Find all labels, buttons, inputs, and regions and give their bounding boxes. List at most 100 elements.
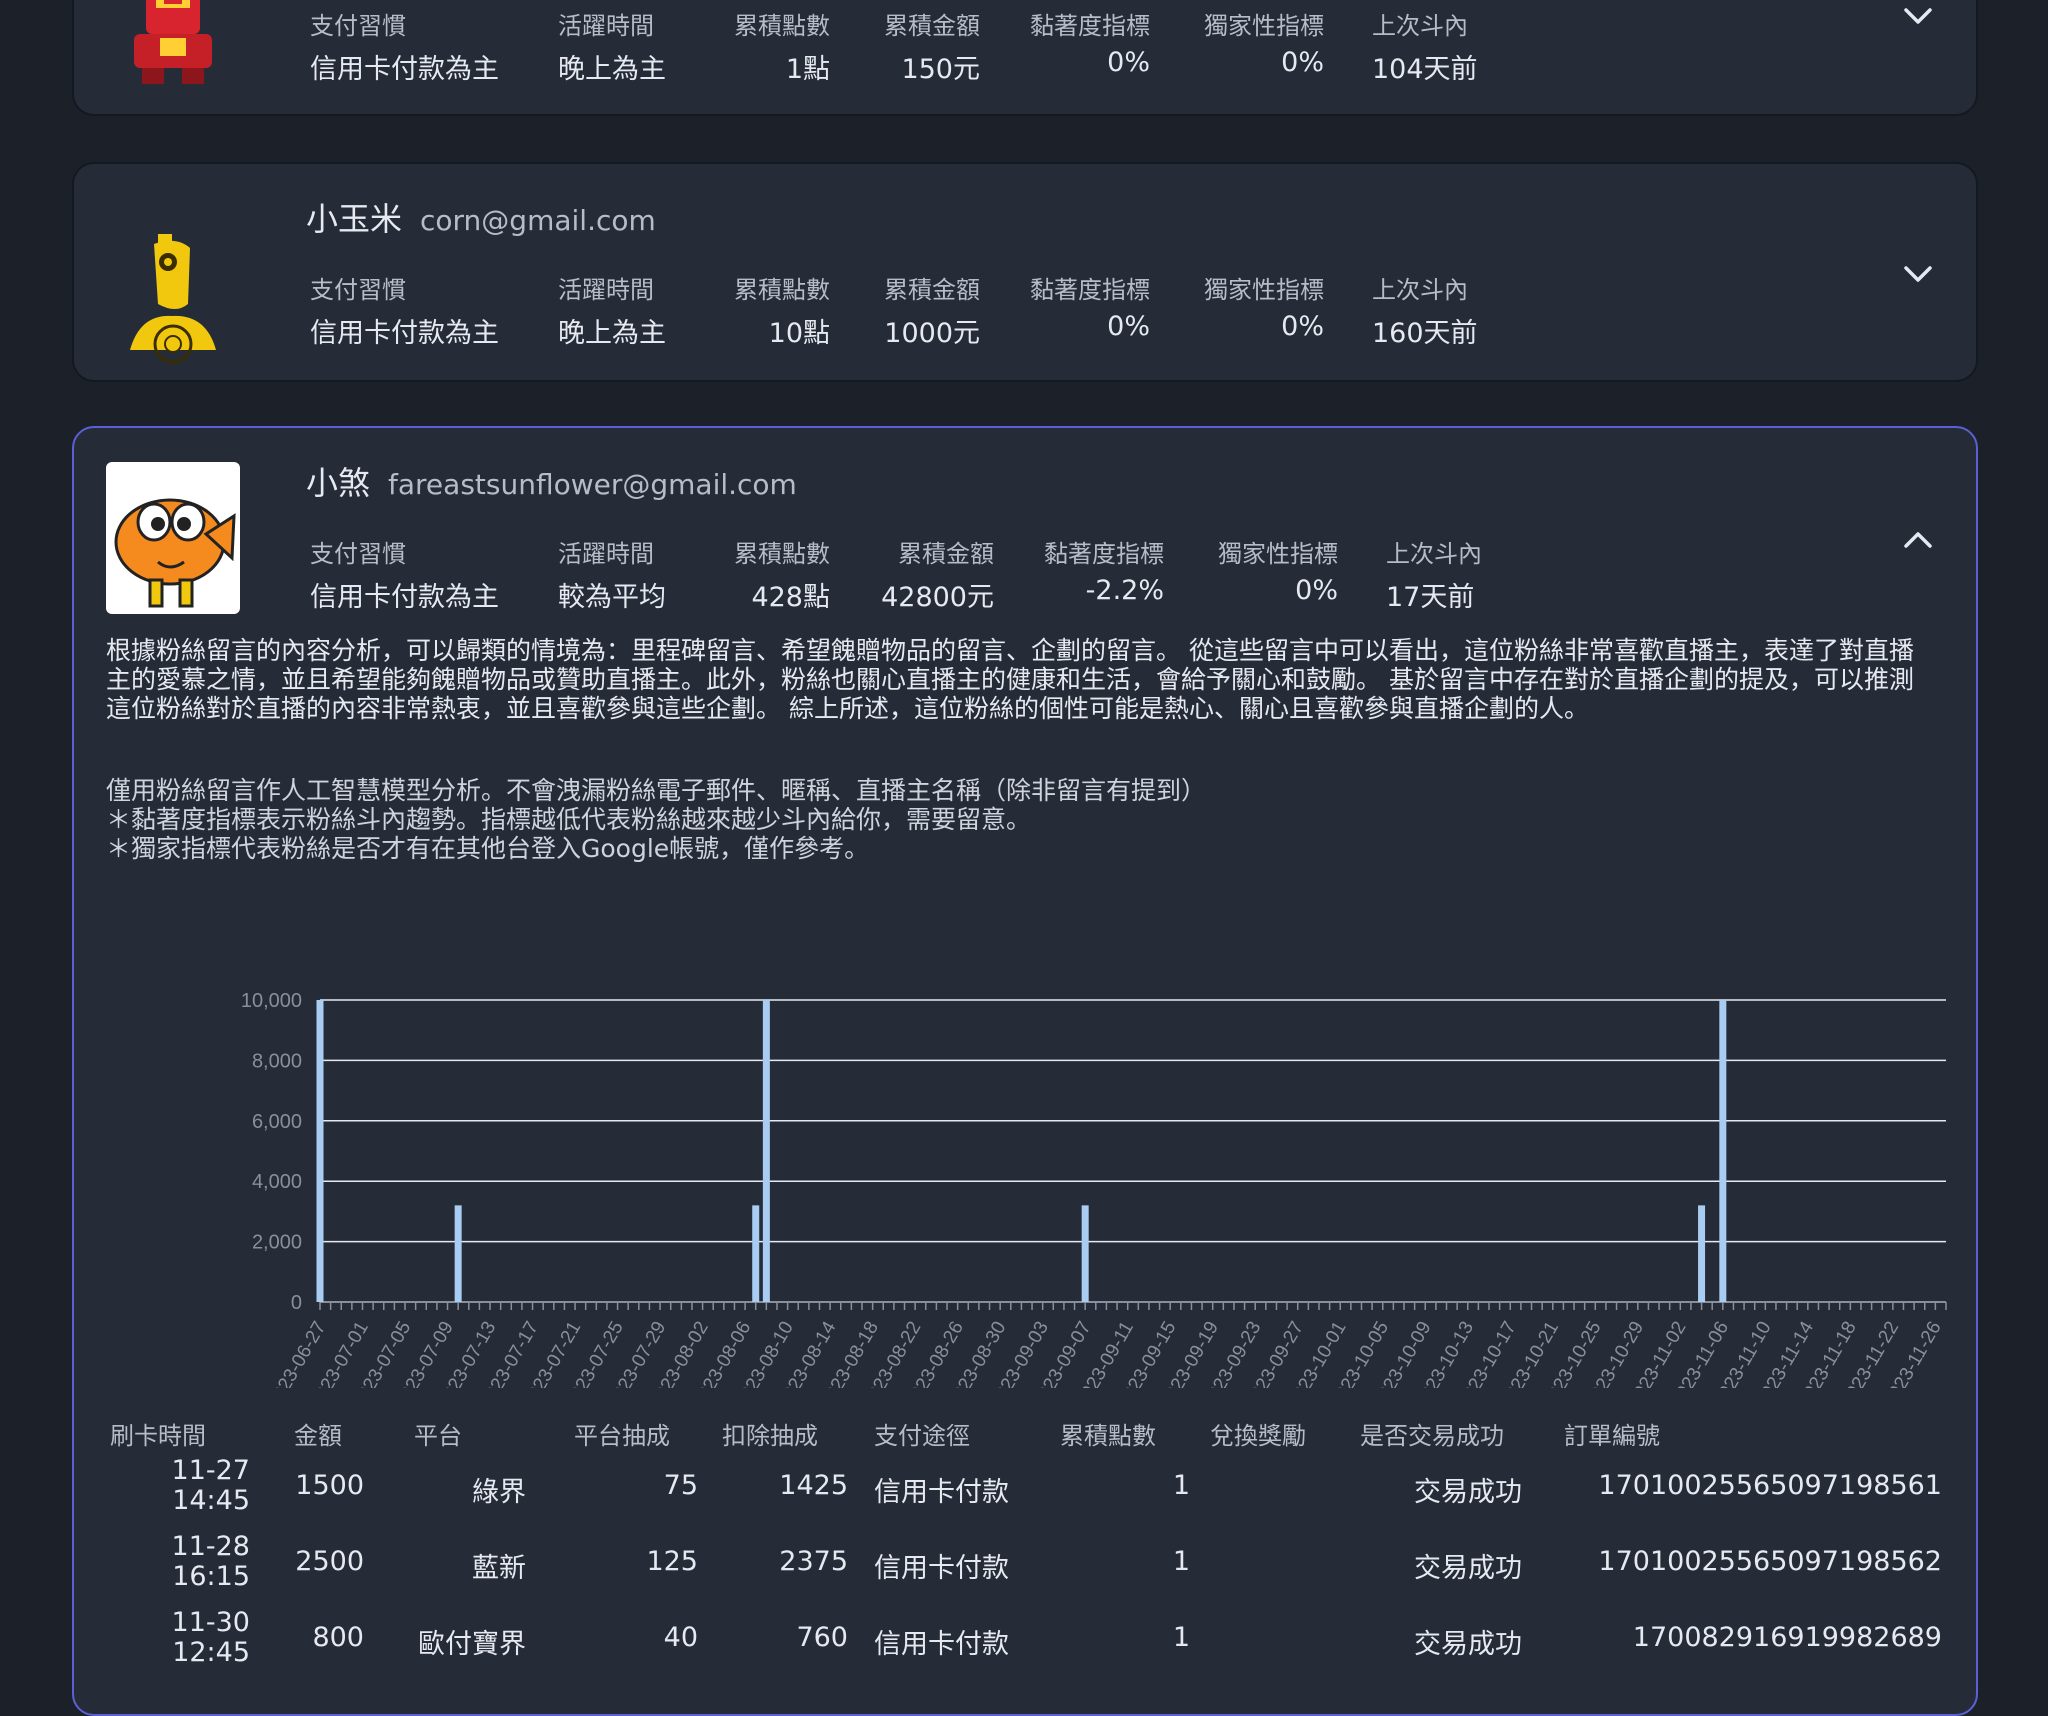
stat-label: 累積金額 [884,276,980,304]
cell-amount: 1500 [295,1470,364,1501]
stat-value: 1000元 [884,318,980,349]
stat-pay-1: 支付習慣 信用卡付款為主 [310,6,499,86]
table-header-cell: 是否交易成功 [1360,1422,1504,1450]
stat-value: 信用卡付款為主 [310,318,499,349]
stat-label: 支付習慣 [310,12,406,40]
fan-email: fareastsunflower@gmail.com [388,468,797,501]
stat-label: 累積金額 [884,12,980,40]
cell-method: 信用卡付款 [874,1553,1009,1584]
y-tick-label: 8,000 [252,1050,302,1072]
note-line: ＊獨家指標代表粉絲是否才有在其他台登入Google帳號，僅作參考。 [106,834,870,863]
stat-sticky-2: 黏著度指標 0% [1020,270,1150,342]
stat-sticky-1: 黏著度指標 0% [1020,6,1150,78]
stat-points-2: 累積點數 10點 [720,270,830,350]
chevron-down-icon[interactable] [1898,254,1938,294]
stat-pay-2: 支付習慣 信用卡付款為主 [310,270,499,350]
cell-fee: 40 [663,1622,698,1653]
cell-amount: 2500 [295,1546,364,1577]
cell-order: 17010025565097198562 [1598,1546,1942,1577]
fan-analysis-text: 根據粉絲留言的內容分析，可以歸類的情境為：里程碑留言、希望餽贈物品的留言、企劃的… [106,636,1914,723]
fan-card-2[interactable]: 小玉米 corn@gmail.com 支付習慣 信用卡付款為主 活躍時間 晚上為主… [72,162,1978,382]
fan-card-3[interactable]: 小煞 fareastsunflower@gmail.com 支付習慣 信用卡付款為… [72,426,1978,1716]
fan-name: 小玉米 [306,200,403,238]
table-header-cell: 金額 [294,1422,342,1450]
stat-value: 0% [1107,47,1150,78]
stat-label: 支付習慣 [310,540,406,568]
chart-bar [752,1205,760,1302]
cell-points: 1 [1172,1546,1190,1577]
cell-time: 11-27 14:45 [114,1456,250,1516]
fan-card-1[interactable]: 支付習慣 信用卡付款為主 活躍時間 晚上為主 累積點數 1點 累積金額 150元… [72,0,1978,116]
stat-pay-3: 支付習慣 信用卡付款為主 [310,534,499,614]
cell-method: 信用卡付款 [874,1629,1009,1660]
stat-label: 獨家性指標 [1218,540,1338,568]
cell-points: 1 [1172,1470,1190,1501]
stat-label: 黏著度指標 [1030,276,1150,304]
cell-order: 17008291691998​2689 [1632,1622,1942,1653]
stat-value: 信用卡付款為主 [310,582,499,613]
stat-value: 150元 [901,54,980,85]
stat-value: 0% [1107,311,1150,342]
note-line: ＊黏著度指標表示粉絲斗內趨勢。指標越低代表粉絲越來越少斗內給你，需要留意。 [106,805,1032,834]
cell-net: 2375 [779,1546,848,1577]
analysis-notes: 僅用粉絲留言作人工智慧模型分析。不會洩漏粉絲電子郵件、暱稱、直播主名稱（除非留言… [106,776,1928,863]
stat-amount-3: 累積金額 42800元 [870,534,994,614]
table-header-cell: 平台抽成 [574,1422,670,1450]
cell-platform: 藍新 [472,1553,526,1584]
stat-value: -2.2% [1085,575,1164,606]
yellow-robot-avatar [106,234,240,384]
stat-active-1: 活躍時間 晚上為主 [558,6,666,86]
note-line: 僅用粉絲留言作人工智慧模型分析。不會洩漏粉絲電子郵件、暱稱、直播主名稱（除非留言… [106,776,1207,805]
fan-name-line: 小煞 fareastsunflower@gmail.com [306,458,797,504]
chevron-down-icon[interactable] [1898,0,1938,36]
stat-label: 累積點數 [734,540,830,568]
stat-sticky-3: 黏著度指標 -2.2% [1034,534,1164,606]
stat-value: 42800元 [881,582,994,613]
cell-order: 1701002556509719856​1 [1598,1470,1942,1501]
chart-bar [762,1000,770,1302]
cell-time-text: 12:45 [172,1637,250,1668]
stat-value: 0% [1281,311,1324,342]
cell-status: 交易成功 [1414,1553,1522,1584]
cell-platform: 歐付寶界 [418,1629,526,1660]
stat-label: 活躍時間 [558,540,654,568]
stat-active-3: 活躍時間 較為平均 [558,534,666,614]
stat-label: 累積金額 [898,540,994,568]
stat-label: 黏著度指標 [1044,540,1164,568]
cell-status: 交易成功 [1414,1477,1522,1508]
cell-amount: 800 [312,1622,364,1653]
stat-last-1: 上次斗內 104天前 [1372,6,1478,86]
fan-name-line: 小玉米 corn@gmail.com [306,194,656,240]
stat-exclusive-2: 獨家性指標 0% [1194,270,1324,342]
table-header-cell: 訂單編號 [1564,1422,1660,1450]
chart-bar [454,1205,462,1302]
stat-label: 支付習慣 [310,276,406,304]
cell-points: 1 [1172,1622,1190,1653]
y-tick-label: 2,000 [252,1232,302,1254]
stat-value: 較為平均 [558,582,666,613]
stat-label: 獨家性指標 [1204,276,1324,304]
stat-value: 0% [1295,575,1338,606]
chart-bar [1698,1205,1706,1302]
cell-date-text: 11-27 [171,1455,250,1486]
stat-exclusive-1: 獨家性指標 0% [1194,6,1324,78]
stat-label: 累積點數 [734,276,830,304]
stat-amount-2: 累積金額 1000元 [870,270,980,350]
cell-time: 11-28 16:15 [114,1532,250,1592]
stat-label: 上次斗內 [1372,276,1468,304]
stat-points-1: 累積點數 1點 [720,6,830,86]
chart-bar [316,1000,324,1302]
y-tick-label: 6,000 [252,1111,302,1133]
y-tick-label: 0 [291,1292,302,1314]
chevron-up-icon[interactable] [1898,520,1938,560]
stat-value: 104天前 [1372,54,1478,85]
table-header-cell: 累積點數 [1060,1422,1156,1450]
cell-method: 信用卡付款 [874,1477,1009,1508]
fan-email: corn@gmail.com [420,204,656,237]
stat-exclusive-3: 獨家性指標 0% [1208,534,1338,606]
table-header-cell: 支付途徑 [874,1422,970,1450]
table-header-cell: 刷卡時間 [110,1422,206,1450]
cell-date-text: 11-30 [171,1607,250,1638]
stat-value: 17天前 [1386,582,1475,613]
stat-value: 10點 [768,318,830,349]
